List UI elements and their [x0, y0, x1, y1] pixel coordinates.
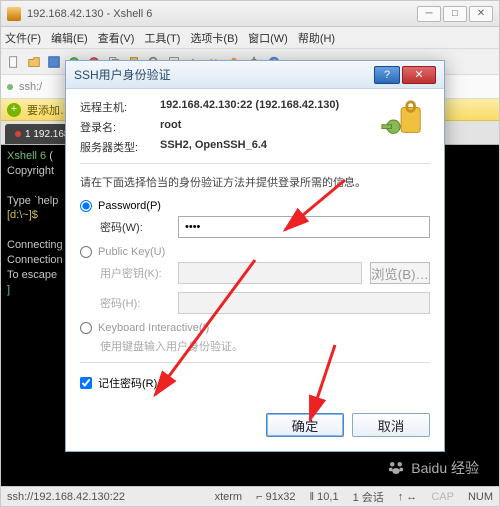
- option-publickey[interactable]: Public Key(U): [80, 246, 430, 258]
- key-lock-icon: [380, 99, 426, 139]
- server-label: 服务器类型:: [80, 139, 160, 155]
- remember-password[interactable]: 记住密码(R): [80, 375, 430, 391]
- option-password-label: Password(P): [98, 200, 161, 212]
- userkey-input: [178, 262, 362, 284]
- server-value: SSH2, OpenSSH_6.4: [160, 139, 267, 155]
- host-value: 192.168.42.130:22 (192.168.42.130): [160, 99, 339, 115]
- login-label: 登录名:: [80, 119, 160, 135]
- ok-button[interactable]: 确定: [266, 413, 344, 437]
- remember-checkbox[interactable]: [80, 377, 92, 389]
- option-keyboard-label: Keyboard Interactive(I): [98, 322, 209, 334]
- keyboard-subtext: 使用键盘输入用户身份验证。: [100, 338, 430, 354]
- cancel-button[interactable]: 取消: [352, 413, 430, 437]
- radio-password[interactable]: [80, 200, 92, 212]
- dialog-help-button[interactable]: ?: [374, 66, 400, 84]
- password-input[interactable]: [178, 216, 430, 238]
- option-publickey-label: Public Key(U): [98, 246, 165, 258]
- option-password[interactable]: Password(P): [80, 200, 430, 212]
- option-keyboard[interactable]: Keyboard Interactive(I): [80, 322, 430, 334]
- dialog-titlebar: SSH用户身份验证 ? ✕: [66, 61, 444, 89]
- ssh-auth-dialog: SSH用户身份验证 ? ✕ 远程主机:192.168.42.130:22 (19…: [65, 60, 445, 452]
- remember-label: 记住密码(R): [98, 375, 157, 391]
- host-label: 远程主机:: [80, 99, 160, 115]
- instruction-text: 请在下面选择恰当的身份验证方法并提供登录所需的信息。: [80, 174, 430, 190]
- passphrase-label: 密码(H):: [100, 295, 170, 311]
- radio-keyboard[interactable]: [80, 322, 92, 334]
- radio-publickey[interactable]: [80, 246, 92, 258]
- passphrase-input: [178, 292, 430, 314]
- dialog-close-button[interactable]: ✕: [402, 66, 436, 84]
- password-label: 密码(W):: [100, 219, 170, 235]
- login-value: root: [160, 119, 181, 135]
- dialog-title: SSH用户身份验证: [74, 66, 374, 83]
- userkey-label: 用户密钥(K):: [100, 265, 170, 281]
- browse-button: 浏览(B)…: [370, 262, 430, 284]
